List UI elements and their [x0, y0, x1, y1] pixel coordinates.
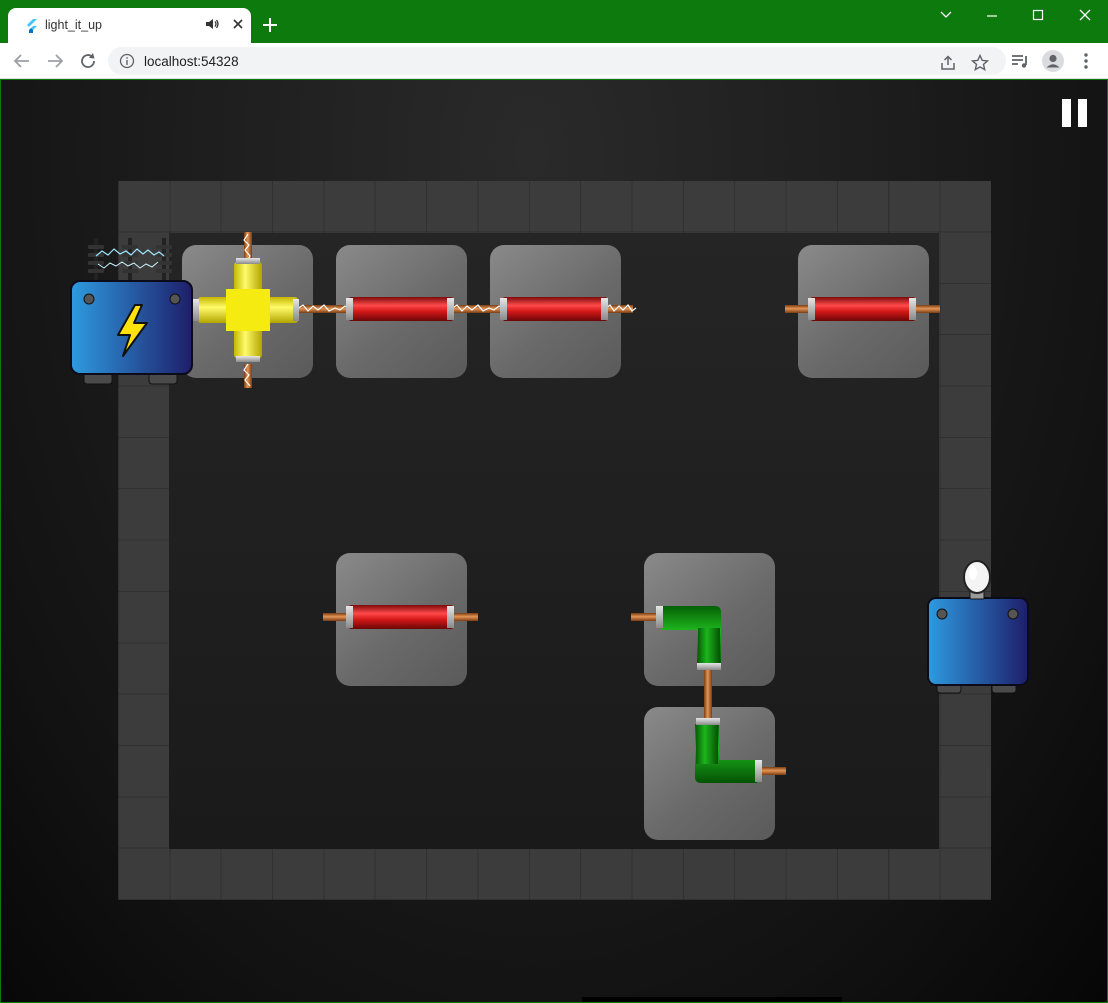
close-icon[interactable] [230, 16, 246, 32]
reload-icon[interactable] [76, 49, 100, 73]
bottom-edge [582, 997, 842, 1002]
corner-pipe-unpowered[interactable] [695, 718, 786, 783]
straight-pipe-powered[interactable] [500, 297, 608, 321]
insulator [88, 238, 104, 284]
media-queue-icon[interactable] [1008, 49, 1032, 73]
game-canvas [1, 80, 1107, 1002]
straight-pipe-unpowered[interactable] [785, 297, 940, 321]
light-bulb-goal [927, 560, 1029, 694]
straight-pipe-powered[interactable] [346, 297, 454, 321]
window-close-icon[interactable] [1062, 4, 1108, 28]
flutter-icon [24, 18, 40, 34]
profile-icon[interactable] [1041, 49, 1065, 73]
circuit-overlay [70, 232, 1029, 783]
chevron-down-icon[interactable] [923, 4, 969, 28]
corner-pipe-unpowered[interactable] [631, 606, 721, 728]
browser-toolbar: localhost:54328 [0, 43, 1108, 79]
browser-tab[interactable]: light_it_up [8, 8, 251, 43]
tab-title: light_it_up [45, 18, 102, 32]
insulator [122, 238, 138, 284]
cross-pipe-powered[interactable] [193, 232, 299, 388]
forward-arrow-icon[interactable] [43, 49, 67, 73]
back-arrow-icon[interactable] [10, 49, 34, 73]
pause-icon[interactable] [1062, 99, 1088, 129]
light-bulb-icon [963, 560, 991, 600]
address-bar[interactable]: localhost:54328 [108, 47, 1006, 75]
browser-title-bar: light_it_up [0, 0, 1108, 43]
maximize-icon[interactable] [1015, 4, 1061, 28]
straight-pipe-unpowered[interactable] [323, 605, 478, 629]
share-icon[interactable] [938, 53, 958, 73]
power-source [70, 238, 193, 385]
speaker-icon[interactable] [204, 16, 220, 32]
kebab-menu-icon[interactable] [1074, 49, 1098, 73]
minimize-icon[interactable] [969, 4, 1015, 28]
insulator [156, 238, 172, 284]
star-icon[interactable] [970, 53, 990, 73]
url-text: localhost:54328 [144, 54, 239, 69]
info-icon[interactable] [119, 53, 135, 69]
plus-icon[interactable] [258, 13, 282, 37]
